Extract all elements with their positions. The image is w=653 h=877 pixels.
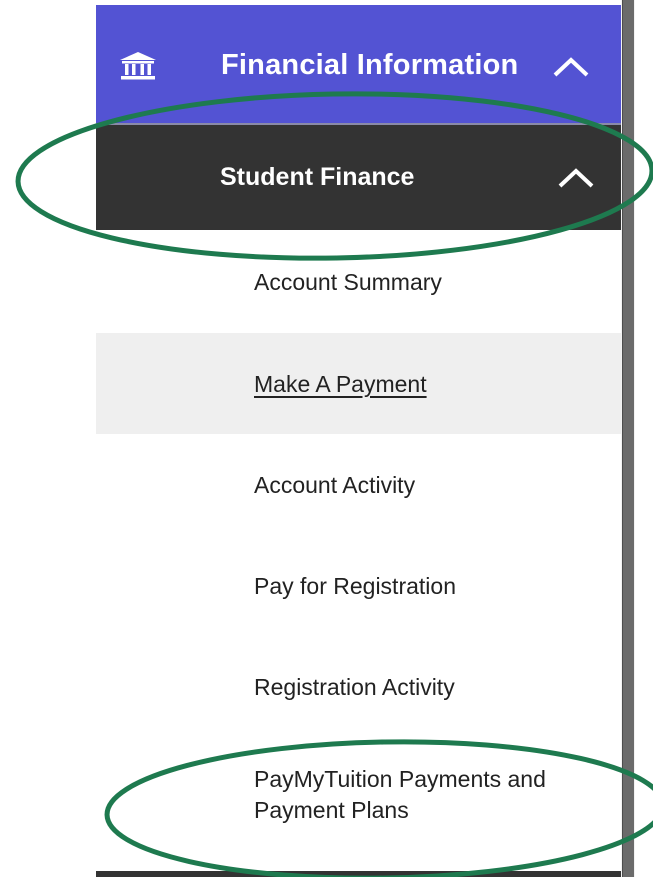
financial-information-label: Financial Information xyxy=(221,49,519,81)
menu-item-label: Make A Payment xyxy=(254,371,427,397)
scrollbar-thumb[interactable] xyxy=(622,0,634,877)
menu-item-account-activity[interactable]: Account Activity xyxy=(96,434,621,535)
financial-information-header[interactable]: Financial Information xyxy=(96,5,621,123)
next-section-header xyxy=(96,871,621,877)
scrollbar[interactable] xyxy=(621,0,635,877)
menu-item-label: Pay for Registration xyxy=(254,573,456,599)
chevron-up-icon[interactable] xyxy=(557,167,595,189)
student-finance-header[interactable]: Student Finance xyxy=(96,125,621,230)
student-finance-label: Student Finance xyxy=(220,163,415,191)
bank-icon xyxy=(120,52,156,80)
menu-item-label: Registration Activity xyxy=(254,674,455,700)
menu-item-label: Account Activity xyxy=(254,472,416,498)
chevron-up-icon[interactable] xyxy=(552,56,590,78)
page: Financial Information Student Finance Ac… xyxy=(0,0,653,877)
menu-item-pay-for-registration[interactable]: Pay for Registration xyxy=(96,535,621,636)
menu-item-account-summary[interactable]: Account Summary xyxy=(96,231,621,332)
menu-item-paymytuition[interactable]: PayMyTuition Payments and Payment Plans xyxy=(96,737,621,867)
menu-item-make-a-payment[interactable]: Make A Payment xyxy=(96,333,621,434)
left-margin xyxy=(0,0,96,877)
menu-item-registration-activity[interactable]: Registration Activity xyxy=(96,636,621,737)
menu-item-label: PayMyTuition Payments and Payment Plans xyxy=(254,766,546,823)
navigation-menu: Financial Information Student Finance Ac… xyxy=(96,5,621,877)
menu-item-label: Account Summary xyxy=(254,269,442,295)
